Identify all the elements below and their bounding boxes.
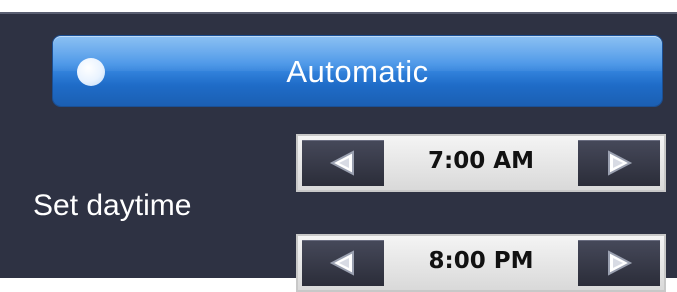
set-daytime-label: Set daytime	[33, 189, 192, 222]
arrow-right-icon	[608, 250, 633, 276]
daytime-start-stepper: 7:00 AM	[296, 134, 666, 192]
automatic-mode-button[interactable]: Automatic	[53, 36, 662, 106]
arrow-right-icon	[608, 150, 633, 176]
daytime-end-stepper: 8:00 PM	[296, 234, 666, 292]
daytime-end-increment-button[interactable]	[578, 240, 660, 286]
arrow-left-icon	[329, 150, 354, 176]
arrow-left-icon	[329, 250, 354, 276]
daytime-end-decrement-button[interactable]	[302, 240, 384, 286]
daytime-start-increment-button[interactable]	[578, 140, 660, 186]
automatic-mode-label: Automatic	[286, 54, 429, 89]
daytime-start-decrement-button[interactable]	[302, 140, 384, 186]
daytime-start-value: 7:00 AM	[428, 148, 534, 174]
daytime-settings-panel: Automatic 7:00 AM Set daytime 8:00 PM	[0, 12, 677, 292]
daytime-end-value: 8:00 PM	[428, 248, 534, 274]
